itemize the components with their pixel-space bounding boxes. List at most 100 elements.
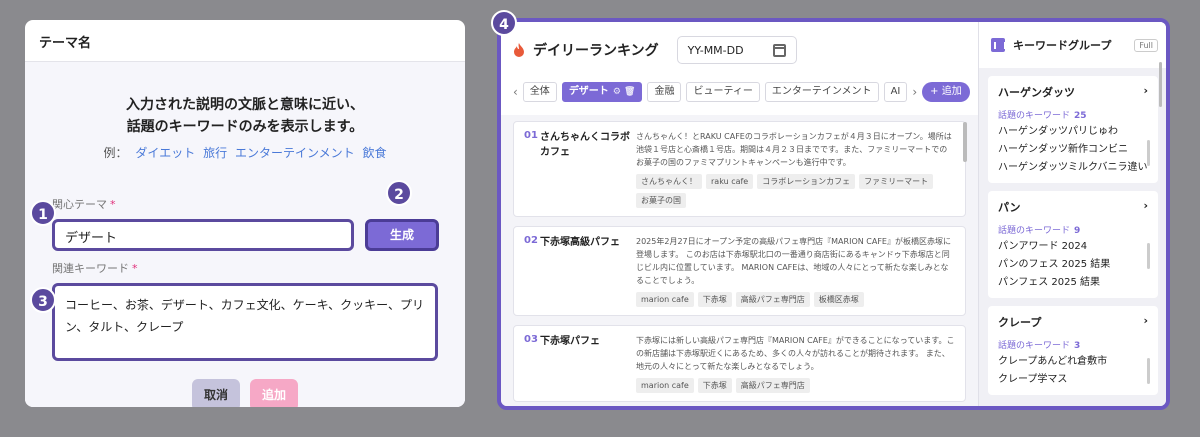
daily-ranking-section: デイリーランキング YY-MM-DD ‹ 全体 デザート ⚙ 🗑 金融 ビューティ… xyxy=(501,22,978,406)
keyword-tag[interactable]: 下赤塚 xyxy=(697,292,732,307)
date-picker[interactable]: YY-MM-DD xyxy=(676,36,797,64)
group-keyword: パンのフェス 2025 結果 xyxy=(998,259,1111,270)
tab-entertainment[interactable]: エンターテインメント xyxy=(764,82,879,102)
add-tab-button[interactable]: + 追加 xyxy=(922,82,970,102)
ranking-item-body: 2025年2月27日にオープン予定の高級パフェ専門店『MARION CAFE』が… xyxy=(636,235,955,307)
annotation-badge-2: 2 xyxy=(386,180,412,206)
example-link[interactable]: エンターテインメント xyxy=(235,146,355,160)
keyword-group-card[interactable]: ハーゲンダッツ › 話題のキーワード 25 ハーゲンダッツパリじゅわ ハーゲンダッ… xyxy=(988,76,1158,183)
group-keyword: ハーゲンダッツミルクバニラ違い xyxy=(998,162,1148,173)
ranking-item-title: さんちゃんくコラボカフェ xyxy=(540,132,630,158)
ranking-item-body: さんちゃんく！とRAKU CAFEのコラボレーションカフェが４月３日にオープン。… xyxy=(636,130,955,208)
ranking-item-text: 2025年2月27日にオープン予定の高級パフェ専門店『MARION CAFE』が… xyxy=(636,237,951,285)
related-keywords-label: 関連キーワード * xyxy=(52,260,138,276)
keyword-tag[interactable]: 板橋区赤塚 xyxy=(813,292,864,307)
modal-body: 入力された説明の文脈と意味に近い、 話題のキーワードのみを表示します。 例： ダ… xyxy=(25,62,465,407)
ranking-item-tags: marion cafe 下赤塚 高級パフェ専門店 xyxy=(636,378,955,393)
keyword-group-head: ハーゲンダッツ › xyxy=(998,84,1148,100)
related-keywords-textarea[interactable]: コーヒー、お茶、デザート、カフェ文化、ケーキ、クッキー、プリン、タルト、クレープ xyxy=(52,283,438,361)
sidebar-scrollbar[interactable] xyxy=(1159,62,1162,107)
keyword-tag[interactable]: marion cafe xyxy=(636,292,694,307)
keyword-group-card[interactable]: パン › 話題のキーワード 9 パンアワード 2024 パンのフェス 2025 結… xyxy=(988,191,1158,298)
group-name: パン xyxy=(998,201,1021,214)
examples-row: 例： ダイエット 旅行 エンターテインメント 飲食 xyxy=(25,144,465,161)
ranking-item-text: さんちゃんく！とRAKU CAFEのコラボレーションカフェが４月３日にオープン。… xyxy=(636,132,952,167)
ranking-header: デイリーランキング YY-MM-DD xyxy=(501,22,978,78)
chevron-right-icon[interactable]: › xyxy=(1143,314,1148,330)
group-sub: 話題のキーワード 9 xyxy=(998,223,1148,236)
ranking-title: デイリーランキング xyxy=(533,43,659,59)
chevron-right-icon[interactable]: › xyxy=(912,85,917,99)
date-placeholder: YY-MM-DD xyxy=(687,43,744,57)
add-button[interactable]: 追加 xyxy=(250,379,298,407)
group-name: ハーゲンダッツ xyxy=(998,86,1075,99)
group-scrollbar[interactable] xyxy=(1147,358,1150,384)
interest-label-text: 関心テーマ xyxy=(52,198,107,211)
rank-number: 01 xyxy=(524,130,538,141)
keyword-group-card[interactable]: クレープ › 話題のキーワード 3 クレープあんどれ倉敷市 クレープ学マス xyxy=(988,306,1158,395)
group-keyword: クレープあんどれ倉敷市 xyxy=(998,356,1108,367)
keyword-tag[interactable]: marion cafe xyxy=(636,378,694,393)
ranking-item-title: 下赤塚高級パフェ xyxy=(540,237,620,248)
rank-number: 03 xyxy=(524,334,538,345)
example-link[interactable]: 旅行 xyxy=(203,146,227,160)
ranking-item[interactable]: 01 さんちゃんくコラボカフェ さんちゃんく！とRAKU CAFEのコラボレーシ… xyxy=(513,121,966,217)
group-keyword: パンアワード 2024 xyxy=(998,241,1088,252)
group-keyword: クレープ学マス xyxy=(998,374,1068,385)
keyword-tag[interactable]: ファミリーマート xyxy=(859,174,934,189)
group-scrollbar[interactable] xyxy=(1147,140,1150,166)
keyword-group-list: ハーゲンダッツ › 話題のキーワード 25 ハーゲンダッツパリじゅわ ハーゲンダッ… xyxy=(979,76,1166,395)
theme-modal: テーマ名 入力された説明の文脈と意味に近い、 話題のキーワードのみを表示します。… xyxy=(25,20,465,407)
description-line-2: 話題のキーワードのみを表示します。 xyxy=(126,119,364,135)
bar-chart-icon xyxy=(991,38,1006,52)
ranking-item-title: 下赤塚パフェ xyxy=(540,336,600,347)
keyword-tag[interactable]: コラボレーションカフェ xyxy=(757,174,856,189)
tab-beauty[interactable]: ビューティー xyxy=(686,82,760,102)
interest-label: 関心テーマ * xyxy=(52,196,116,212)
keyword-tag[interactable]: raku cafe xyxy=(706,174,754,189)
ranking-scrollbar[interactable] xyxy=(963,122,967,162)
ranking-item-tags: marion cafe 下赤塚 高級パフェ専門店 板橋区赤塚 xyxy=(636,292,955,307)
cancel-button[interactable]: 取消 xyxy=(192,379,240,407)
keyword-tag[interactable]: お菓子の国 xyxy=(636,193,686,208)
tab-dessert[interactable]: デザート ⚙ 🗑 xyxy=(561,82,643,102)
generate-button[interactable]: 生成 xyxy=(365,219,439,251)
full-view-button[interactable]: Full xyxy=(1134,38,1158,52)
group-sub-label: 話題のキーワード xyxy=(998,111,1071,121)
keyword-tag[interactable]: 高級パフェ専門店 xyxy=(735,292,810,307)
tab-settings-delete-icons[interactable]: ⚙ 🗑 xyxy=(613,87,636,97)
group-name: クレープ xyxy=(998,316,1042,329)
description-line-1: 入力された説明の文脈と意味に近い、 xyxy=(126,97,364,113)
modal-description: 入力された説明の文脈と意味に近い、 話題のキーワードのみを表示します。 xyxy=(25,94,465,138)
fire-icon xyxy=(514,43,524,57)
ranking-item[interactable]: 02 下赤塚高級パフェ 2025年2月27日にオープン予定の高級パフェ専門店『M… xyxy=(513,226,966,316)
group-count: 3 xyxy=(1074,341,1081,351)
example-link[interactable]: 飲食 xyxy=(362,146,386,160)
ranking-item[interactable]: 03 下赤塚パフェ 下赤塚には新しい高級パフェ専門店『MARION CAFE』が… xyxy=(513,325,966,402)
tab-dessert-label: デザート xyxy=(568,86,609,97)
group-scrollbar[interactable] xyxy=(1147,243,1150,269)
keyword-group-title: キーワードグループ xyxy=(1013,39,1112,52)
keyword-group-sidebar: キーワードグループ Full ハーゲンダッツ › 話題のキーワード 25 ハーゲン… xyxy=(978,22,1166,406)
group-sub-label: 話題のキーワード xyxy=(998,226,1071,236)
modal-title: テーマ名 xyxy=(25,20,465,62)
examples-label: 例： xyxy=(103,146,128,160)
chevron-left-icon[interactable]: ‹ xyxy=(513,85,518,99)
tab-ai[interactable]: AI xyxy=(883,82,908,102)
annotation-badge-3: 3 xyxy=(30,287,56,313)
tab-finance[interactable]: 金融 xyxy=(647,82,682,102)
rank-number: 02 xyxy=(524,235,538,246)
chevron-right-icon[interactable]: › xyxy=(1143,199,1148,215)
tab-all[interactable]: 全体 xyxy=(522,82,557,102)
keyword-tag[interactable]: 下赤塚 xyxy=(697,378,732,393)
example-link[interactable]: ダイエット xyxy=(135,146,195,160)
ranking-item-tags: さんちゃんく！ raku cafe コラボレーションカフェ ファミリーマート お… xyxy=(636,174,955,208)
group-keyword: ハーゲンダッツ新作コンビニ xyxy=(998,144,1128,155)
group-count: 25 xyxy=(1074,111,1087,121)
interest-input[interactable]: デザート xyxy=(52,219,354,251)
keyword-tag[interactable]: 高級パフェ専門店 xyxy=(735,378,810,393)
group-keyword: パンフェス 2025 結果 xyxy=(998,277,1101,288)
chevron-right-icon[interactable]: › xyxy=(1143,84,1148,100)
calendar-icon[interactable] xyxy=(772,43,786,57)
keyword-tag[interactable]: さんちゃんく！ xyxy=(636,174,702,189)
